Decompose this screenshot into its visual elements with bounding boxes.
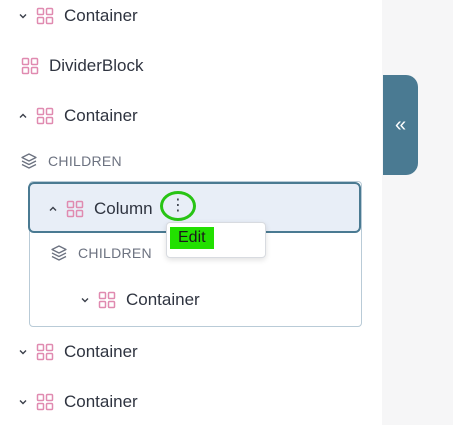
grid-icon: [36, 343, 54, 361]
context-menu: Edit: [166, 222, 266, 258]
tree-item-container[interactable]: Container: [18, 389, 138, 415]
layers-icon: [20, 152, 38, 170]
chevron-down-icon[interactable]: [18, 397, 28, 407]
canvas-area: [382, 0, 453, 425]
tree-item-container[interactable]: Container: [18, 3, 138, 29]
double-chevron-left-icon: «: [394, 113, 407, 136]
children-section-header: CHILDREN: [50, 240, 152, 266]
tree-item-label: DividerBlock: [49, 56, 144, 75]
chevron-up-icon[interactable]: [18, 111, 28, 121]
menu-item-edit[interactable]: Edit: [170, 227, 214, 249]
tree-item-label: Column: [94, 199, 153, 218]
tree-item-container-expanded[interactable]: Container: [18, 103, 138, 129]
grid-icon: [36, 393, 54, 411]
grid-icon: [36, 107, 54, 125]
chevron-down-icon[interactable]: [80, 295, 90, 305]
children-label: CHILDREN: [78, 245, 152, 261]
grid-icon: [21, 57, 39, 75]
more-vertical-icon: ⋮: [170, 197, 186, 214]
chevron-down-icon[interactable]: [18, 11, 28, 21]
layers-icon: [50, 244, 68, 262]
tree-item-label: Container: [64, 106, 138, 125]
grid-icon: [36, 7, 54, 25]
more-options-button[interactable]: ⋮: [160, 191, 196, 221]
children-label: CHILDREN: [48, 153, 122, 169]
tree-item-label: Container: [64, 342, 138, 361]
children-section-header: CHILDREN: [20, 148, 122, 174]
tree-item-container-nested[interactable]: Container: [80, 287, 200, 313]
tree-item-label: Container: [64, 6, 138, 25]
tree-item-dividerblock[interactable]: DividerBlock: [21, 53, 143, 79]
grid-icon: [98, 291, 116, 309]
collapse-panel-button[interactable]: «: [383, 75, 418, 175]
tree-item-column[interactable]: Column: [48, 196, 153, 222]
grid-icon: [66, 200, 84, 218]
tree-item-label: Container: [64, 392, 138, 411]
component-tree-panel: Container DividerBlock Container CHILDRE…: [0, 0, 382, 425]
chevron-down-icon[interactable]: [18, 347, 28, 357]
tree-item-label: Container: [126, 290, 200, 309]
chevron-up-icon[interactable]: [48, 204, 58, 214]
tree-item-container[interactable]: Container: [18, 339, 138, 365]
